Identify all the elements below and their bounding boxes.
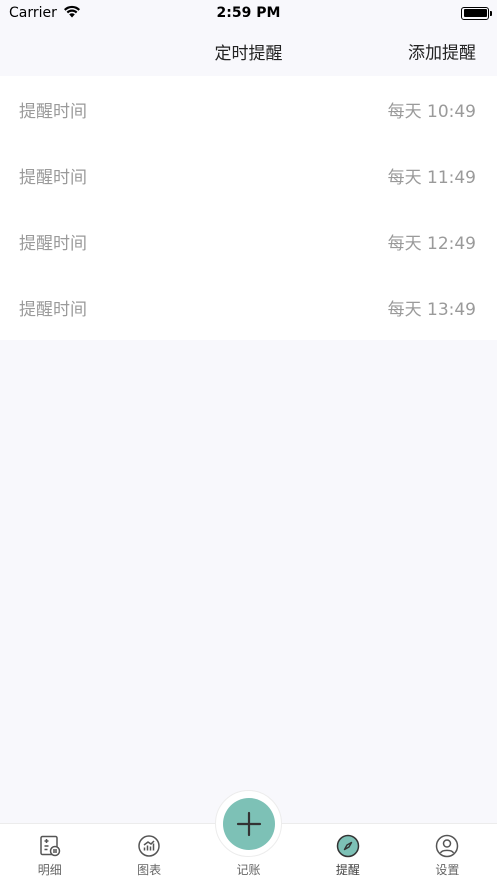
page-title: 定时提醒: [214, 43, 283, 64]
add-record-fab-ring: [215, 790, 282, 857]
reminder-row[interactable]: 提醒时间 每天 12:49: [0, 208, 497, 274]
tab-label: 记账: [236, 863, 261, 877]
tab-label: 图表: [137, 863, 162, 877]
reminder-time: 每天 12:49: [387, 233, 476, 254]
battery-icon: [461, 6, 492, 20]
reminder-label: 提醒时间: [19, 299, 87, 320]
reminder-time: 每天 10:49: [387, 101, 476, 122]
plus-icon: [236, 811, 261, 836]
status-bar: Carrier 2:59 PM: [0, 0, 497, 26]
tab-detail[interactable]: 明细: [0, 824, 99, 883]
reminder-time: 每天 13:49: [387, 299, 476, 320]
reminder-label: 提醒时间: [19, 233, 87, 254]
tab-settings[interactable]: 设置: [398, 824, 497, 883]
reminder-row[interactable]: 提醒时间 每天 11:49: [0, 142, 497, 208]
add-reminder-button[interactable]: 添加提醒: [408, 39, 476, 64]
reminder-label: 提醒时间: [19, 167, 87, 188]
tab-chart[interactable]: 图表: [99, 824, 198, 883]
add-record-button[interactable]: [222, 797, 275, 850]
reminder-list: 提醒时间 每天 10:49 提醒时间 每天 11:49 提醒时间 每天 12:4…: [0, 76, 497, 340]
reminder-label: 提醒时间: [19, 101, 87, 122]
user-circle-icon: [436, 834, 459, 858]
status-time: 2:59 PM: [216, 5, 281, 21]
compass-icon: [336, 834, 360, 858]
tab-label: 设置: [435, 863, 460, 877]
tab-label: 提醒: [335, 863, 360, 877]
tab-label: 明细: [37, 863, 62, 877]
reminder-row[interactable]: 提醒时间 每天 13:49: [0, 274, 497, 340]
list-detail-icon: [39, 835, 60, 857]
tab-reminder[interactable]: 提醒: [298, 824, 397, 883]
reminder-row[interactable]: 提醒时间 每天 10:49: [0, 76, 497, 142]
reminder-time: 每天 11:49: [387, 167, 476, 188]
nav-bar: 定时提醒 添加提醒: [0, 26, 497, 76]
chart-icon: [138, 835, 160, 857]
